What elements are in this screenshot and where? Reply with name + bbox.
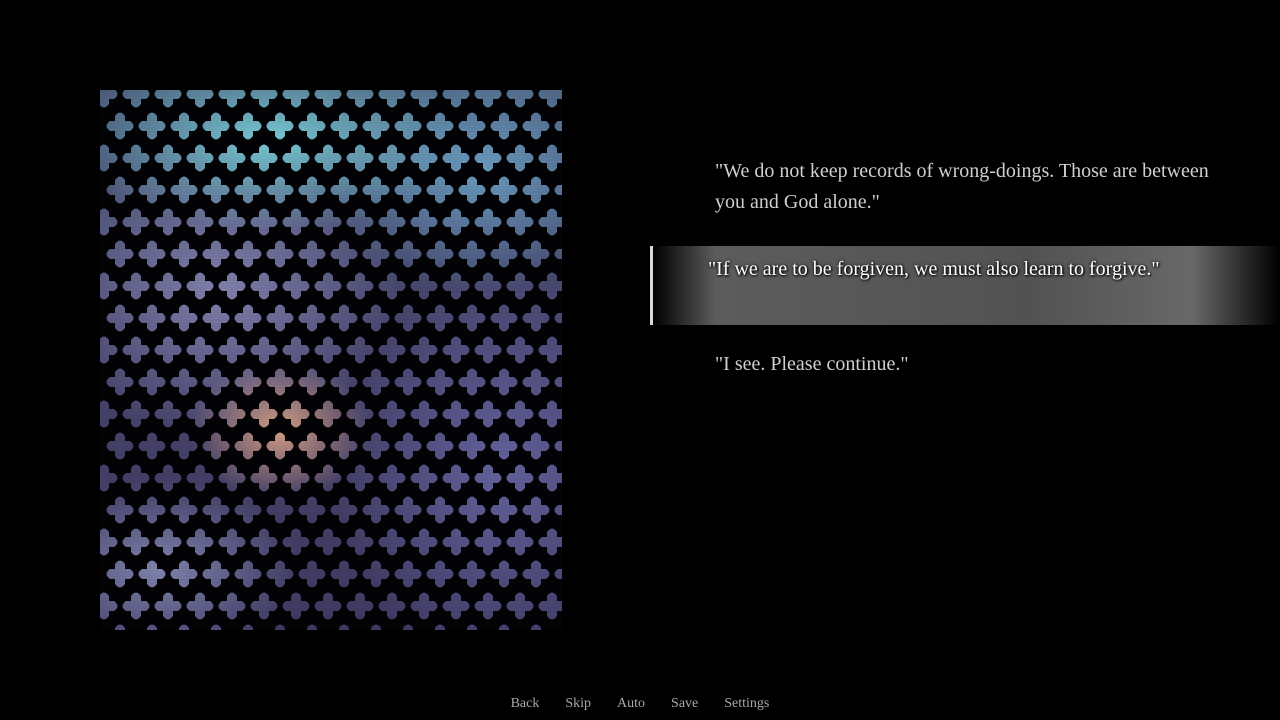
auto-button[interactable]: Auto xyxy=(617,696,645,712)
settings-button[interactable]: Settings xyxy=(724,696,769,712)
back-button[interactable]: Back xyxy=(511,696,540,712)
game-screen[interactable]: "We do not keep records of wrong-doings.… xyxy=(0,0,1280,720)
dialogue-history-line: "I see. Please continue." xyxy=(715,353,909,375)
dialogue-history-line: "We do not keep records of wrong-doings.… xyxy=(715,160,1209,213)
lattice-screen xyxy=(100,90,562,630)
save-button[interactable]: Save xyxy=(671,696,698,712)
quick-menu: Back Skip Auto Save Settings xyxy=(0,696,1280,712)
skip-button[interactable]: Skip xyxy=(565,696,591,712)
dialogue-current-line: "If we are to be forgiven, we must also … xyxy=(708,258,1160,280)
confessional-lattice-image xyxy=(100,90,562,630)
